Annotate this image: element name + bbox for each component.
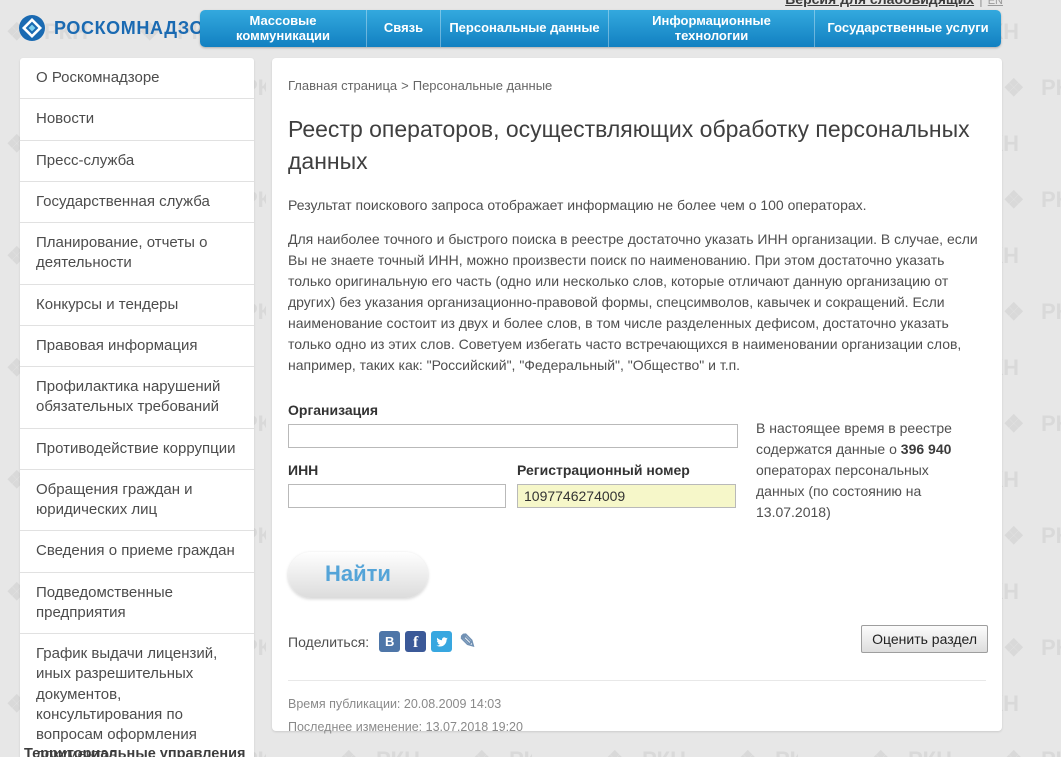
topbar: Версия для слабовидящих | EN: [785, 0, 1003, 7]
page-title: Реестр операторов, осуществляющих обрабо…: [288, 116, 970, 175]
language-switch-link[interactable]: EN: [988, 0, 1003, 7]
sidebar-item-license-schedule[interactable]: График выдачи лицензий, иных разрешитель…: [20, 633, 254, 757]
sidebar-item-news[interactable]: Новости: [20, 98, 254, 139]
sidebar-menu: О Роскомнадзоре Новости Пресс-служба Гос…: [20, 58, 254, 757]
inn-label: ИНН: [288, 462, 319, 479]
facebook-icon[interactable]: f: [405, 631, 427, 653]
roskomnadzor-logo-text: РОСКОМНАДЗОР: [54, 17, 217, 38]
nav-item-government-services[interactable]: Государственные услуги: [814, 10, 1001, 47]
registry-operator-count: 396 940: [900, 441, 952, 458]
breadcrumb-separator: >: [401, 78, 409, 93]
sidebar-item-civil-service[interactable]: Государственная служба: [20, 180, 254, 222]
sidebar-item-violation-prevention[interactable]: Профилактика нарушений обязательных треб…: [20, 366, 254, 428]
sidebar-item-subordinate-enterprises[interactable]: Подведомственные предприятия: [20, 571, 254, 634]
last-modified-time: Последнее изменение: 13.07.2018 19:20: [288, 720, 523, 735]
registry-stats-note: В настоящее время в реестре содержатся д…: [756, 418, 964, 523]
breadcrumb-current: Персональные данные: [412, 78, 553, 93]
sidebar-item-planning-reports[interactable]: Планирование, отчеты о деятельности: [20, 222, 254, 284]
territorial-departments-link[interactable]: Территориальные управления: [24, 746, 245, 757]
roskomnadzor-logo[interactable]: РОСКОМНАДЗОР: [18, 14, 217, 42]
accessibility-version-link[interactable]: Версия для слабовидящих: [785, 0, 974, 7]
share-label: Поделиться:: [288, 633, 370, 650]
vk-icon[interactable]: В: [379, 631, 401, 653]
registry-stats-text-after: операторах персональных данных (по состо…: [756, 462, 929, 521]
edit-icon[interactable]: ✎: [457, 631, 478, 653]
twitter-icon[interactable]: [431, 631, 453, 653]
sidebar-item-citizen-appeals[interactable]: Обращения граждан и юридических лиц: [20, 468, 254, 531]
main-content-panel: Главная страница > Персональные данные Рее…: [272, 58, 1002, 735]
sidebar-item-tenders[interactable]: Конкурсы и тендеры: [20, 283, 254, 325]
nav-item-mass-communications[interactable]: Массовые коммуникации: [200, 10, 366, 47]
sidebar-item-about[interactable]: О Роскомнадзоре: [20, 58, 254, 98]
registration-number-input[interactable]: [517, 484, 736, 509]
roskomnadzor-logo-icon: [18, 14, 46, 42]
nav-item-information-technologies[interactable]: Информационные технологии: [608, 10, 814, 47]
topbar-separator: |: [979, 0, 983, 7]
sidebar-item-press[interactable]: Пресс-служба: [20, 139, 254, 181]
search-button[interactable]: Найти: [288, 552, 428, 599]
breadcrumb: Главная страница > Персональные данные: [288, 78, 986, 93]
organization-input[interactable]: [288, 424, 738, 449]
meta-divider: [288, 680, 986, 682]
inn-input[interactable]: [288, 484, 506, 509]
sidebar-item-anticorruption[interactable]: Противодействие коррупции: [20, 427, 254, 469]
rate-section-button[interactable]: Оценить раздел: [861, 625, 988, 654]
intro-paragraph: Результат поискового запроса отображает …: [288, 197, 867, 214]
main-navigation: Массовые коммуникации Связь Персональные…: [200, 10, 1001, 47]
sidebar-item-citizen-reception[interactable]: Сведения о приеме граждан: [20, 530, 254, 571]
description-paragraph: Для наиболее точного и быстрого поиска в…: [288, 231, 978, 374]
nav-item-personal-data[interactable]: Персональные данные: [440, 10, 608, 47]
nav-item-communications[interactable]: Связь: [366, 10, 440, 47]
publication-time: Время публикации: 20.08.2009 14:03: [288, 697, 502, 712]
search-form: Организация ИНН Регистрационный номер В …: [288, 402, 986, 599]
share-row: Поделиться: В f ✎ Оценить раздел: [288, 625, 988, 654]
organization-label: Организация: [288, 402, 379, 419]
breadcrumb-home-link[interactable]: Главная страница: [288, 78, 397, 93]
sidebar-item-legal-info[interactable]: Правовая информация: [20, 324, 254, 366]
registration-number-label: Регистрационный номер: [517, 462, 690, 479]
